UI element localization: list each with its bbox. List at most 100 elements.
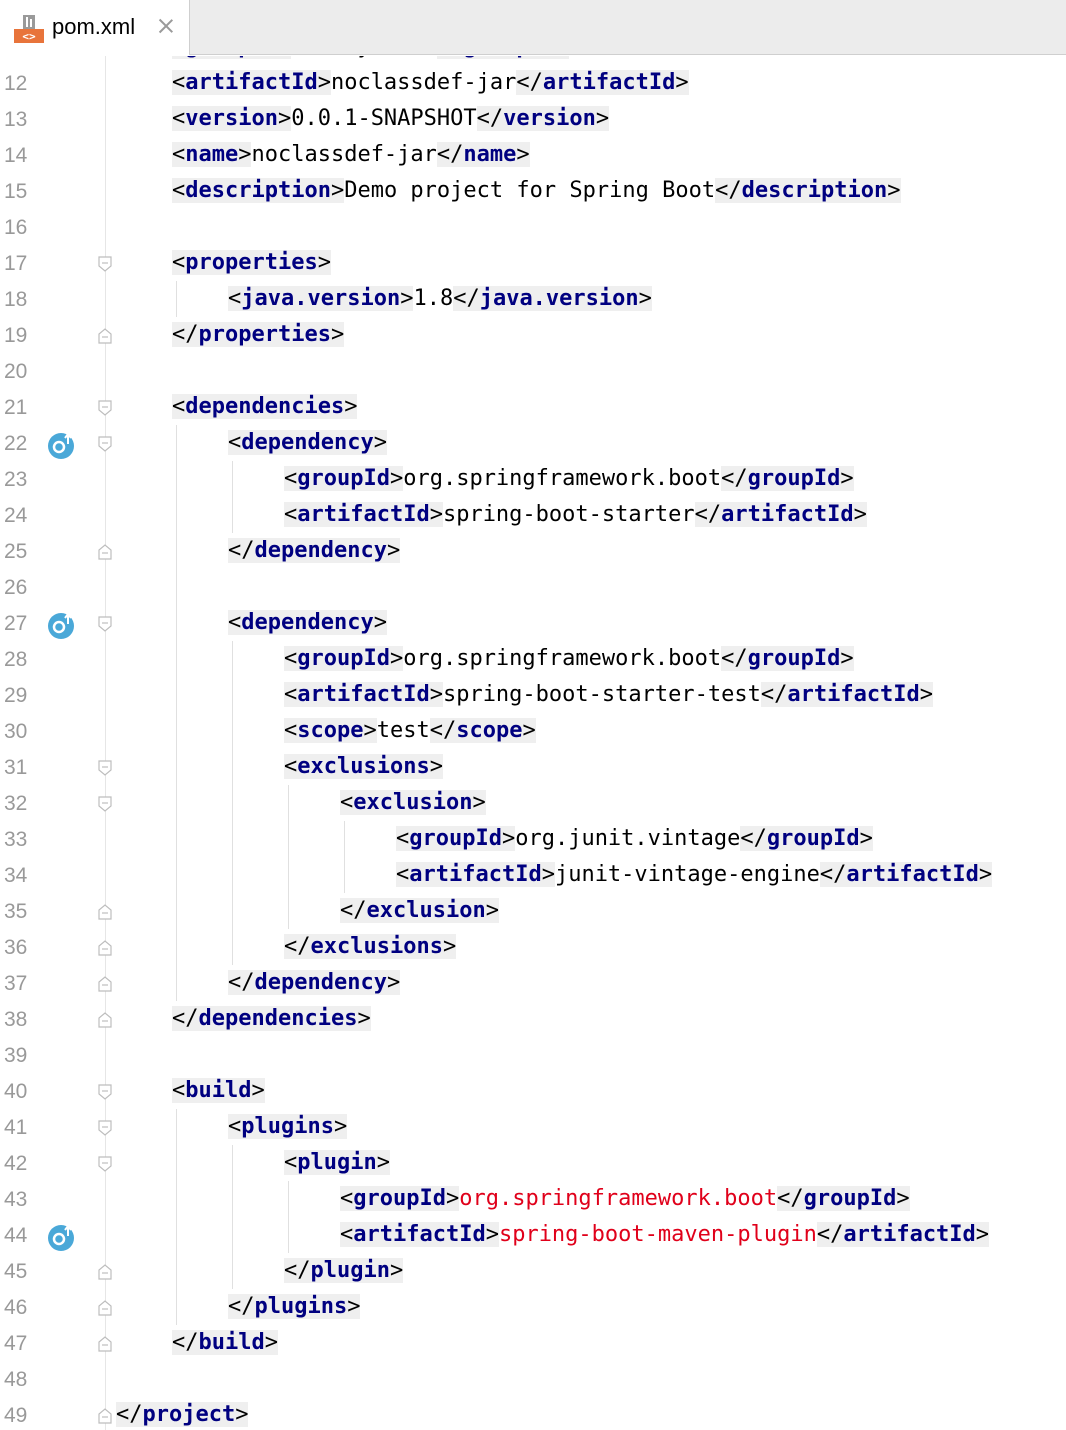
xml-tag: </project> <box>116 1402 249 1427</box>
close-icon[interactable] <box>157 17 175 35</box>
code-line[interactable]: 13 <version>0.0.1-SNAPSHOT</version> <box>0 101 1066 137</box>
code-line[interactable]: 23 <groupId>org.springframework.boot</gro… <box>0 461 1066 497</box>
tag-bracket: > <box>541 862 555 887</box>
code-line[interactable]: 47 </build> <box>0 1325 1066 1361</box>
code-line[interactable]: 43 <groupId>org.springframework.boot</gro… <box>0 1181 1066 1217</box>
indent-guide <box>288 785 289 821</box>
fold-close-icon[interactable] <box>97 1263 113 1281</box>
line-number: 32 <box>4 792 28 815</box>
fold-open-icon[interactable] <box>97 759 113 777</box>
tag-bracket: </ <box>819 862 847 887</box>
tag-bracket: < <box>396 826 410 851</box>
code-line[interactable]: 31 <exclusions> <box>0 749 1066 785</box>
code-line[interactable]: 19 </properties> <box>0 317 1066 353</box>
code-line[interactable]: 30 <scope>test</scope> <box>0 713 1066 749</box>
code-text: <build> <box>172 1073 265 1109</box>
code-line[interactable]: 26 <box>0 569 1066 605</box>
tag-name: scope <box>456 718 523 743</box>
fold-close-icon[interactable] <box>97 903 113 921</box>
tag-bracket: > <box>317 250 331 275</box>
indent-guide <box>176 1109 177 1145</box>
fold-open-icon[interactable] <box>97 255 113 273</box>
line-number: 16 <box>4 216 28 239</box>
xml-tag: <artifactId> <box>284 682 443 707</box>
code-line[interactable]: 11<groupId>com.wy.test</groupId> <box>0 56 1066 65</box>
fold-open-icon[interactable] <box>97 795 113 813</box>
tag-bracket: > <box>501 826 516 851</box>
code-line[interactable]: 48 <box>0 1361 1066 1397</box>
code-editor[interactable]: 11<groupId>com.wy.test</groupId>12<artif… <box>0 56 1066 1430</box>
tag-name: exclusions <box>297 754 430 779</box>
code-line[interactable]: 44 <artifactId>spring-boot-maven-plugin</… <box>0 1217 1066 1253</box>
code-line[interactable]: 27 <dependency> <box>0 605 1066 641</box>
fold-open-icon[interactable] <box>97 399 113 417</box>
code-line[interactable]: 25 </dependency> <box>0 533 1066 569</box>
code-line[interactable]: 49 </project> <box>0 1397 1066 1430</box>
code-line[interactable]: 18 <java.version>1.8</java.version> <box>0 281 1066 317</box>
tag-bracket: > <box>522 718 536 743</box>
tag-bracket: > <box>238 142 252 167</box>
code-line[interactable]: 12 <artifactId>noclassdef-jar</artifactId… <box>0 65 1066 101</box>
fold-close-icon[interactable] <box>97 543 113 561</box>
override-marker-icon[interactable] <box>47 430 77 460</box>
indent-guide <box>232 785 233 821</box>
tag-bracket: </ <box>172 1330 199 1355</box>
code-line[interactable]: 36 </exclusions> <box>0 929 1066 965</box>
code-line[interactable]: 41 <plugins> <box>0 1109 1066 1145</box>
indent-guide <box>232 749 233 785</box>
line-number: 28 <box>4 648 28 671</box>
line-number: 18 <box>4 288 28 311</box>
tag-bracket: </ <box>172 1006 199 1031</box>
code-line[interactable]: 14 <name>noclassdef-jar</name> <box>0 137 1066 173</box>
fold-close-icon[interactable] <box>97 1407 113 1425</box>
fold-close-icon[interactable] <box>97 1335 113 1353</box>
code-text: </project> <box>116 1397 249 1430</box>
tag-bracket: > <box>859 826 873 851</box>
code-line[interactable]: 16 <box>0 209 1066 245</box>
tag-bracket: > <box>373 430 387 455</box>
fold-close-icon[interactable] <box>97 327 113 345</box>
code-line[interactable]: 34 <artifactId>junit-vintage-engine</arti… <box>0 857 1066 893</box>
fold-close-icon[interactable] <box>97 1011 113 1029</box>
tab-pom-xml[interactable]: <> pom.xml <box>0 0 190 55</box>
fold-close-icon[interactable] <box>97 1299 113 1317</box>
code-line[interactable]: 38 </dependencies> <box>0 1001 1066 1037</box>
fold-close-icon[interactable] <box>97 939 113 957</box>
code-line[interactable]: 28 <groupId>org.springframework.boot</gro… <box>0 641 1066 677</box>
fold-open-icon[interactable] <box>97 1083 113 1101</box>
override-marker-icon[interactable] <box>47 1222 77 1252</box>
code-line[interactable]: 22 <dependency> <box>0 425 1066 461</box>
code-text: </dependencies> <box>172 1001 371 1037</box>
tag-bracket: > <box>277 106 292 131</box>
fold-open-icon[interactable] <box>97 615 113 633</box>
code-line[interactable]: 45 </plugin> <box>0 1253 1066 1289</box>
tag-bracket: < <box>172 250 186 275</box>
fold-open-icon[interactable] <box>97 1119 113 1137</box>
code-line[interactable]: 46 </plugins> <box>0 1289 1066 1325</box>
code-line[interactable]: 32 <exclusion> <box>0 785 1066 821</box>
fold-open-icon[interactable] <box>97 1155 113 1173</box>
code-line[interactable]: 37 </dependency> <box>0 965 1066 1001</box>
code-line[interactable]: 35 </exclusion> <box>0 893 1066 929</box>
code-line[interactable]: 40 <build> <box>0 1073 1066 1109</box>
code-line[interactable]: 15 <description>Demo project for Spring B… <box>0 173 1066 209</box>
tag-name: groupId <box>297 466 390 491</box>
override-marker-icon[interactable] <box>47 610 77 640</box>
tag-bracket: > <box>638 286 652 311</box>
code-line[interactable]: 21 <dependencies> <box>0 389 1066 425</box>
code-line[interactable]: 24 <artifactId>spring-boot-starter</artif… <box>0 497 1066 533</box>
tag-name: plugins <box>254 1294 348 1319</box>
code-line[interactable]: 20 <box>0 353 1066 389</box>
fold-open-icon[interactable] <box>97 435 113 453</box>
code-line[interactable]: 42 <plugin> <box>0 1145 1066 1181</box>
code-line[interactable]: 17 <properties> <box>0 245 1066 281</box>
code-line[interactable]: 39 <box>0 1037 1066 1073</box>
code-line[interactable]: 29 <artifactId>spring-boot-starter-test</… <box>0 677 1066 713</box>
code-text: </plugins> <box>228 1289 361 1325</box>
fold-close-icon[interactable] <box>97 975 113 993</box>
tag-bracket: < <box>284 718 298 743</box>
tag-content: noclassdef-jar <box>251 142 437 167</box>
code-line[interactable]: 33 <groupId>org.junit.vintage</groupId> <box>0 821 1066 857</box>
code-text: <artifactId>spring-boot-starter</artifac… <box>284 497 867 533</box>
code-text: <artifactId>spring-boot-maven-plugin</ar… <box>340 1217 990 1253</box>
